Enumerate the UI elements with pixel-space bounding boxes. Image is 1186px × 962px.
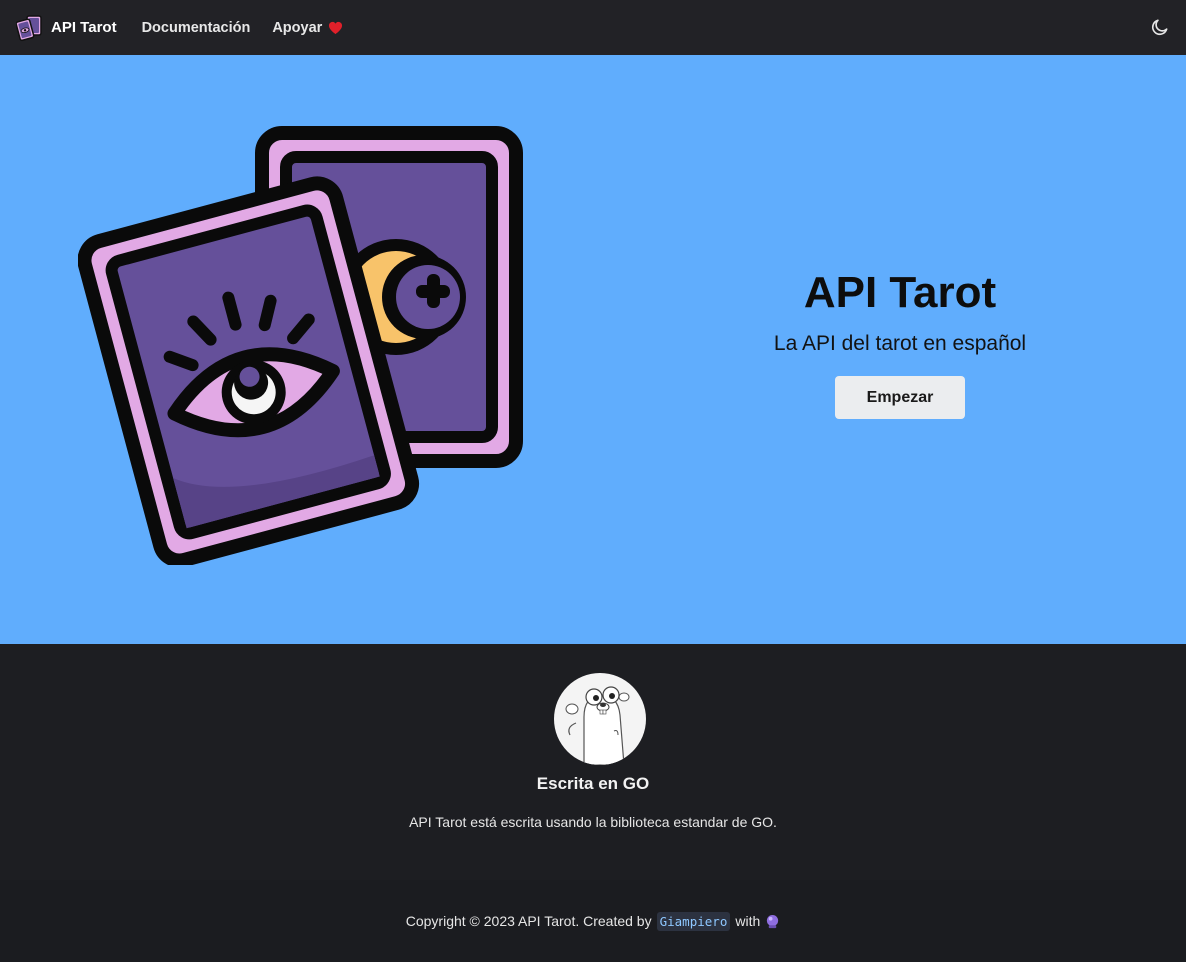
nav-link-documentation[interactable]: Documentación [142,20,251,36]
moon-icon[interactable] [1150,17,1170,37]
copyright-text: Copyright © 2023 API Tarot. Created by [405,913,652,929]
tarot-cards-icon [16,14,42,41]
nav-link-support[interactable]: Apoyar [272,20,343,36]
start-button[interactable]: Empezar [835,375,965,419]
footer-with-text: with [735,913,761,929]
gopher-avatar [554,673,646,765]
feature-description: API Tarot está escrita usando la bibliot… [409,814,777,830]
hero-text: API Tarot La API del tarot en español Em… [740,267,1060,419]
brand-link[interactable]: API Tarot [16,14,117,42]
navbar: API Tarot Documentación Apoyar [0,0,1186,55]
gopher-icon [565,686,630,765]
heart-icon [329,21,343,34]
hero-title: API Tarot [803,268,997,317]
feature-title: Escrita en GO [536,774,650,793]
hero-subtitle: La API del tarot en español [773,331,1027,355]
nav-link-label: Documentación [141,19,251,36]
author-link[interactable]: Giampiero [656,911,731,931]
feature-section: Escrita en GO API Tarot está escrita usa… [0,644,1186,880]
footer: Copyright © 2023 API Tarot. Created by G… [0,880,1186,962]
nav-link-label: Apoyar [272,19,323,36]
brand-title: API Tarot [51,19,117,36]
tarot-cards-illustration [78,126,523,565]
crystal-ball-icon [767,914,779,928]
hero-section: API Tarot La API del tarot en español Em… [0,55,1186,644]
